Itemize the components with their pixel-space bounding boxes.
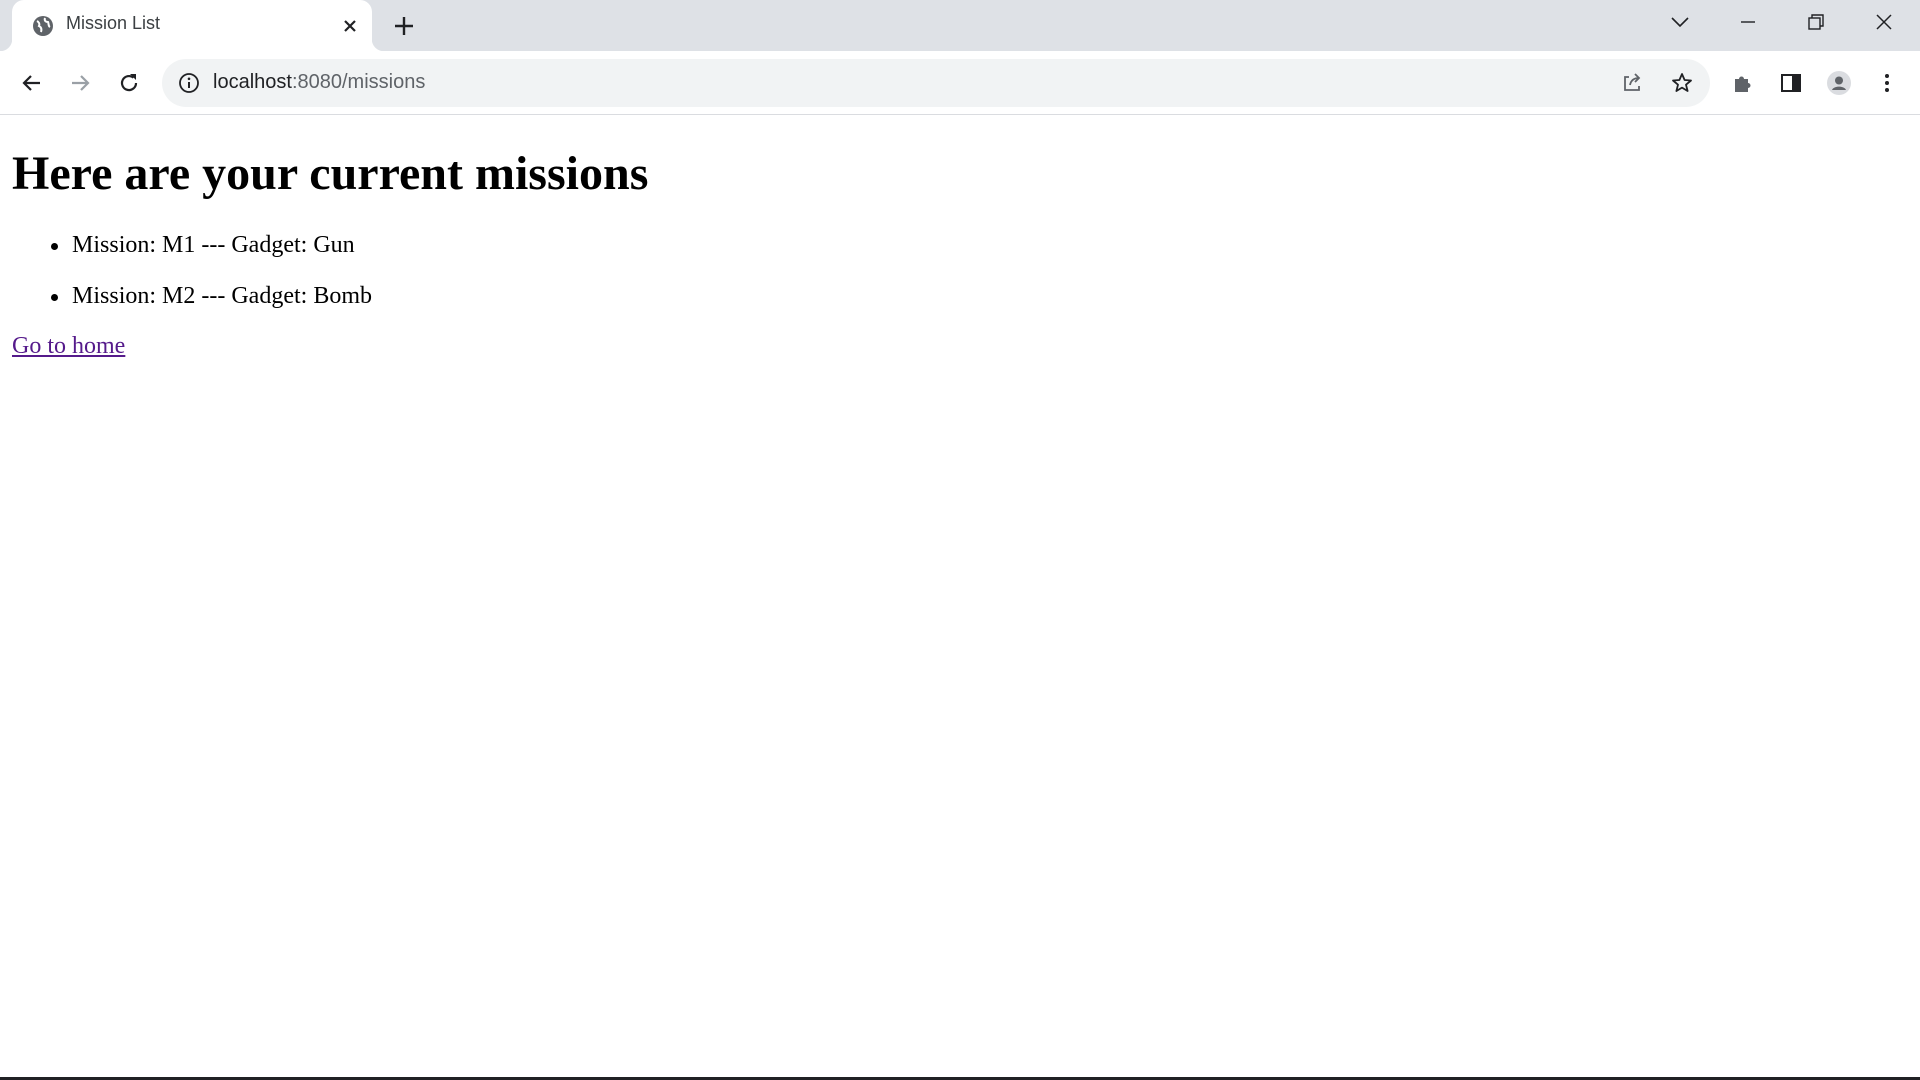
reload-icon[interactable] [113, 67, 145, 99]
profile-avatar-icon[interactable] [1823, 67, 1855, 99]
tab-strip: Mission List [0, 0, 1920, 51]
close-tab-icon[interactable] [338, 14, 362, 38]
bookmark-star-icon[interactable] [1670, 71, 1694, 95]
globe-icon [32, 15, 54, 37]
extensions-puzzle-icon[interactable] [1727, 67, 1759, 99]
tab-search-chevron-icon[interactable] [1646, 0, 1714, 44]
side-panel-icon[interactable] [1775, 67, 1807, 99]
menu-kebab-icon[interactable] [1871, 67, 1903, 99]
forward-arrow-icon[interactable] [64, 67, 96, 99]
address-bar[interactable]: localhost:8080/missions [162, 59, 1710, 107]
back-arrow-icon[interactable] [16, 67, 48, 99]
mission-list: Mission: M1 --- Gadget: Gun Mission: M2 … [51, 231, 372, 333]
tab-title: Mission List [66, 13, 161, 33]
restore-icon[interactable] [1782, 0, 1850, 44]
page-content: Here are your current missions Mission: … [0, 116, 1920, 1076]
site-info-icon[interactable] [178, 72, 200, 94]
home-link[interactable]: Go to home [12, 333, 125, 360]
new-tab-icon[interactable] [390, 12, 418, 40]
url-host: localhost [213, 71, 292, 93]
list-item: Mission: M2 --- Gadget: Bomb [51, 282, 372, 333]
page-heading: Here are your current missions [12, 147, 649, 200]
address-url[interactable]: localhost:8080/missions [213, 71, 425, 94]
minimize-icon[interactable] [1714, 0, 1782, 44]
browser-tab[interactable]: Mission List [0, 0, 384, 51]
share-icon[interactable] [1620, 71, 1644, 95]
browser-toolbar: localhost:8080/missions [0, 51, 1920, 115]
url-path: :8080/missions [291, 71, 426, 93]
close-window-icon[interactable] [1850, 0, 1918, 44]
list-item: Mission: M1 --- Gadget: Gun [51, 231, 372, 282]
